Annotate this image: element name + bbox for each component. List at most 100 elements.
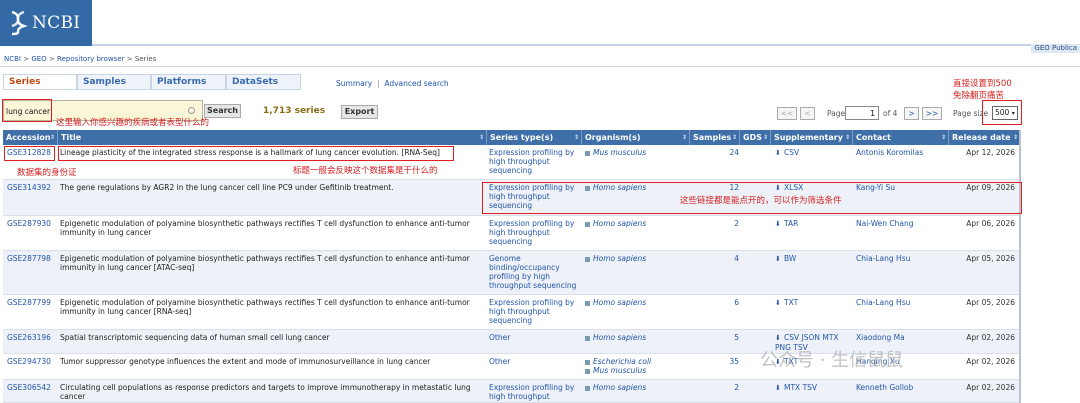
supplementary-link[interactable]: ⬇ BW [775,254,853,264]
release-date: Apr 02, 2026 [966,333,1015,342]
last-page-button[interactable]: >> [922,107,942,120]
watermark: 公众号 · 生信鼠鼠 [760,350,904,371]
samples-count[interactable]: 2 [695,383,739,392]
series-type-link[interactable]: Expression profiling by high throughput … [489,298,582,325]
series-type-link[interactable]: Other [489,357,582,366]
taxonomy-icon [585,256,590,262]
download-icon: ⬇ [775,220,781,228]
organism-link[interactable]: Escherichia coli Mus musculus [585,357,691,375]
col-series-type[interactable]: Series type(s) ⇕ [487,130,582,145]
breadcrumb-divider [0,66,1080,67]
download-icon: ⬇ [775,255,781,263]
series-title: Epigenetic modulation of polyamine biosy… [60,254,470,272]
accession-link[interactable]: GSE294730 [7,357,51,366]
accession-annotation: 数据集的身份证 [17,168,77,178]
ncbi-logo[interactable]: NCBI [0,0,92,46]
tab-datasets[interactable]: DataSets [226,74,301,90]
tab-series[interactable]: Series [3,74,77,90]
summary-link[interactable]: Summary [336,79,372,88]
prev-page-button[interactable]: < [800,107,815,120]
col-accession[interactable]: Accession ⇕ [3,130,58,145]
release-date: Apr 02, 2026 [966,383,1015,392]
geo-publications-link[interactable]: GEO Publica [1031,44,1080,53]
advanced-search-link[interactable]: Advanced search [384,79,448,88]
organism-link[interactable]: Mus musculus [585,148,691,157]
search-annotation: 这里输入你感兴趣的疾病或者表型什么的 [56,118,210,128]
download-icon: ⬇ [775,299,781,307]
taxonomy-icon [585,221,590,227]
logo-text: NCBI [32,13,81,33]
accession-link[interactable]: GSE306542 [7,383,51,392]
series-type-link[interactable]: Expression profiling by high throughput … [489,219,582,246]
supplementary-link[interactable]: ⬇ TXT [775,298,853,308]
col-contact[interactable]: Contact ⇕ [853,130,949,145]
organism-link[interactable]: Homo sapiens [585,298,691,307]
col-organism[interactable]: Organism(s) ⇕ [582,130,690,145]
tab-platforms[interactable]: Platforms [151,74,226,90]
tab-samples[interactable]: Samples [77,74,151,90]
samples-count[interactable]: 24 [695,148,739,157]
page-number-input[interactable] [845,106,879,120]
accession-link[interactable]: GSE287930 [7,219,51,228]
page-count-label: of 4 [883,109,898,118]
first-page-button[interactable]: << [777,107,797,120]
taxonomy-icon [585,385,590,391]
organism-link[interactable]: Homo sapiens [585,254,691,263]
search-highlight-box [2,99,52,122]
download-icon: ⬇ [775,384,781,392]
supplementary-link[interactable]: ⬇ TAR [775,219,853,229]
organism-link[interactable]: Homo sapiens [585,219,691,228]
samples-count[interactable]: 5 [695,333,739,342]
samples-count[interactable]: 6 [695,298,739,307]
series-title: Epigenetic modulation of polyamine biosy… [60,219,470,237]
clear-search-icon[interactable] [188,107,195,114]
contact-link[interactable]: Xiaodong Ma [856,333,952,342]
col-samples[interactable]: Samples ⇕ [690,130,740,145]
summary-links: Summary | Advanced search [336,79,449,88]
page-size-highlight-box [982,100,1022,125]
header-divider [92,44,1080,46]
accession-link[interactable]: GSE263196 [7,333,51,342]
next-page-button[interactable]: > [904,107,919,120]
organism-link[interactable]: Homo sapiens [585,383,691,392]
supplementary-link[interactable]: ⬇ MTX TSV [775,383,853,393]
page-size-annotation-2: 免除翻页痛苦 [953,91,1005,101]
accession-link[interactable]: GSE287799 [7,298,51,307]
release-date: Apr 12, 2026 [966,148,1015,157]
series-type-link[interactable]: Expression profiling by high throughput [489,383,582,401]
series-title: The gene regulations by AGR2 in the lung… [60,183,394,192]
contact-link[interactable]: Antonis Koromilas [856,148,952,157]
search-button[interactable]: Search [204,104,241,118]
samples-count[interactable]: 35 [695,357,739,366]
export-button[interactable]: Export [341,105,378,119]
organism-link[interactable]: Homo sapiens [585,333,691,342]
col-supplementary[interactable]: Supplementary ⇕ [771,130,853,145]
accession-link[interactable]: GSE314392 [7,183,51,192]
ncbi-helix-icon [11,10,28,36]
page-size-annotation-1: 直接设置到500 [953,79,1012,89]
taxonomy-icon [585,368,590,374]
breadcrumb-repository[interactable]: Repository browser [57,55,124,63]
samples-count[interactable]: 4 [695,254,739,263]
tab-underline [3,89,301,90]
series-title: Tumor suppressor genotype influences the… [60,357,431,366]
supplementary-link[interactable]: ⬇ CSV [775,148,853,158]
samples-count[interactable]: 2 [695,219,739,228]
col-release-date[interactable]: Release date ⇕ [949,130,1020,145]
contact-link[interactable]: Nai-Wen Chang [856,219,952,228]
series-type-link[interactable]: Other [489,333,582,342]
contact-link[interactable]: Chia-Lang Hsu [856,254,952,263]
table-header: Accession ⇕ Title ⇕ Series type(s) ⇕ Organi… [3,130,1020,145]
taxonomy-icon [585,359,590,365]
series-type-link[interactable]: Genome binding/occupancy profiling by hi… [489,254,582,290]
table-row: GSE306542 Circulating cell populations a… [3,380,1020,403]
contact-link[interactable]: Kenneth Gollob [856,383,952,392]
breadcrumb-ncbi[interactable]: NCBI [4,55,21,63]
accession-link[interactable]: GSE287798 [7,254,51,263]
col-gds[interactable]: GDS ⇕ [740,130,771,145]
breadcrumb-geo[interactable]: GEO [31,55,46,63]
series-type-link[interactable]: Expression profiling by high throughput … [489,148,582,175]
contact-link[interactable]: Chia-Lang Hsu [856,298,952,307]
col-title[interactable]: Title ⇕ [58,130,487,145]
series-title: Circulating cell populations as response… [60,383,471,401]
